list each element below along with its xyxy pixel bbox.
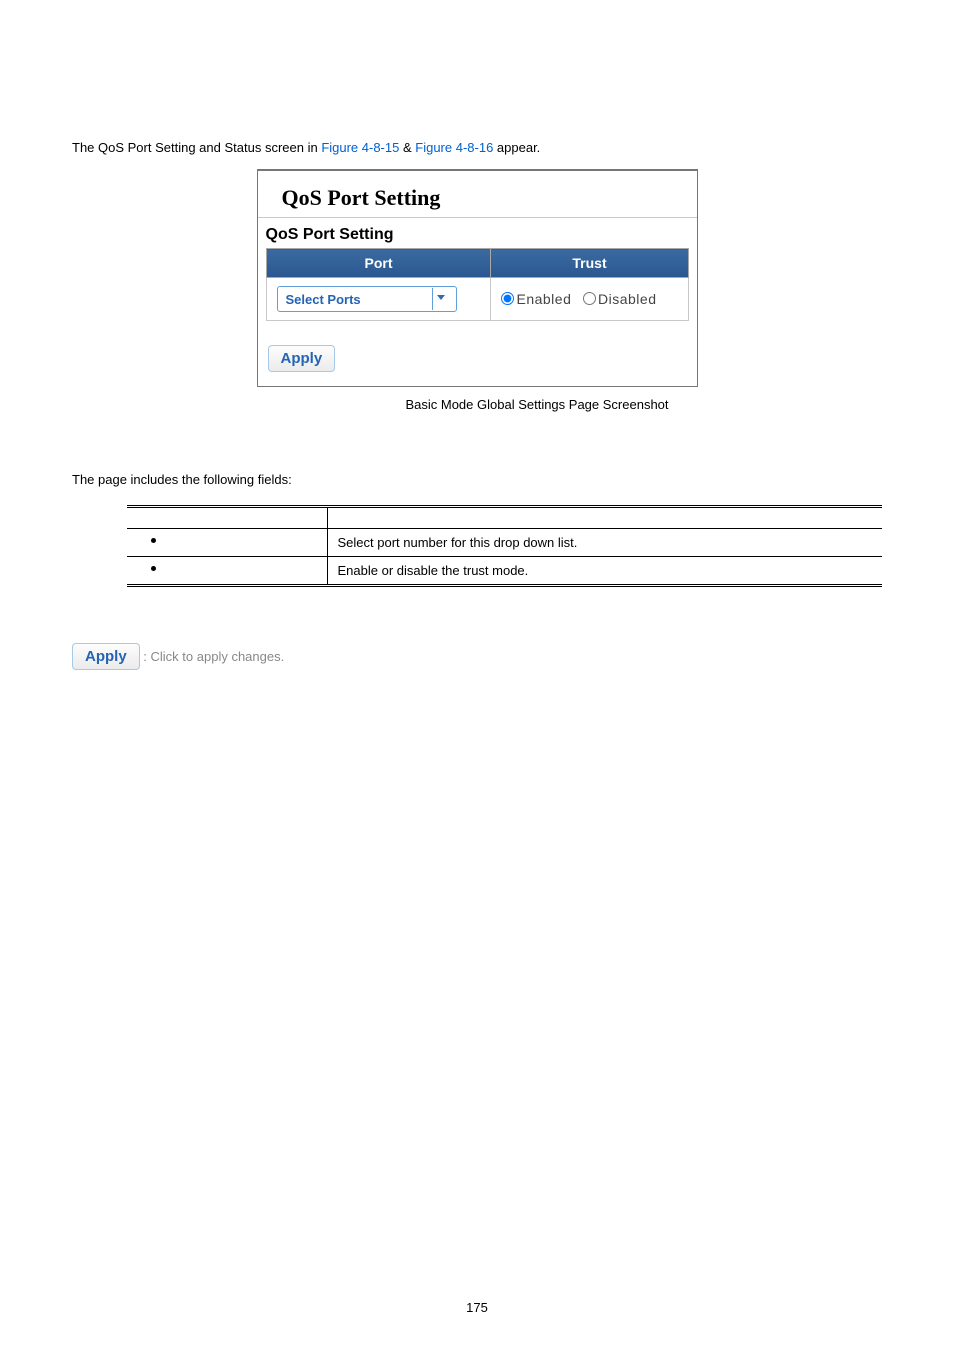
apply-button-description: : Click to apply changes. <box>143 649 284 664</box>
chevron-down-icon <box>432 288 450 310</box>
fields-table: Select port number for this drop down li… <box>127 505 882 587</box>
intro-paragraph: The QoS Port Setting and Status screen i… <box>72 140 882 155</box>
intro-text-suffix: appear. <box>493 140 540 155</box>
qos-port-setting-title: QoS Port Setting <box>258 171 697 217</box>
fields-intro-text: The page includes the following fields: <box>72 472 882 487</box>
trust-enabled-label: Enabled <box>516 291 571 307</box>
port-select-label: Select Ports <box>286 292 361 307</box>
trust-enabled-radio[interactable] <box>501 292 514 305</box>
field-object-cell <box>127 529 327 557</box>
field-desc-cell: Enable or disable the trust mode. <box>327 557 882 586</box>
qos-settings-table: Port Trust Select Ports E <box>266 248 689 321</box>
apply-button[interactable]: Apply <box>268 345 336 372</box>
qos-col-port: Port <box>266 249 491 278</box>
page-number: 175 <box>0 1300 954 1315</box>
port-select-dropdown[interactable]: Select Ports <box>277 286 457 312</box>
intro-and: & <box>399 140 415 155</box>
intro-text-prefix: The QoS Port Setting and Status screen i… <box>72 140 321 155</box>
figure-link-2[interactable]: Figure 4-8-16 <box>415 140 493 155</box>
table-row: Enable or disable the trust mode. <box>127 557 882 586</box>
apply-button-inline[interactable]: Apply <box>72 643 140 670</box>
screenshot-caption: Basic Mode Global Settings Page Screensh… <box>257 397 698 412</box>
caption-text: Basic Mode Global Settings Page Screensh… <box>405 397 668 412</box>
trust-disabled-radio[interactable] <box>583 292 596 305</box>
qos-port-setting-subtitle: QoS Port Setting <box>258 217 697 248</box>
field-object-cell <box>127 557 327 586</box>
qos-col-trust: Trust <box>491 249 688 278</box>
qos-port-setting-screenshot: QoS Port Setting QoS Port Setting Port T… <box>257 169 698 387</box>
fields-header-object <box>127 507 327 529</box>
fields-header-description <box>327 507 882 529</box>
figure-link-1[interactable]: Figure 4-8-15 <box>321 140 399 155</box>
table-row: Select port number for this drop down li… <box>127 529 882 557</box>
bullet-icon <box>151 538 156 543</box>
trust-radio-group: Enabled Disabled <box>501 291 677 307</box>
field-desc-cell: Select port number for this drop down li… <box>327 529 882 557</box>
bullet-icon <box>151 566 156 571</box>
trust-disabled-label: Disabled <box>598 291 656 307</box>
